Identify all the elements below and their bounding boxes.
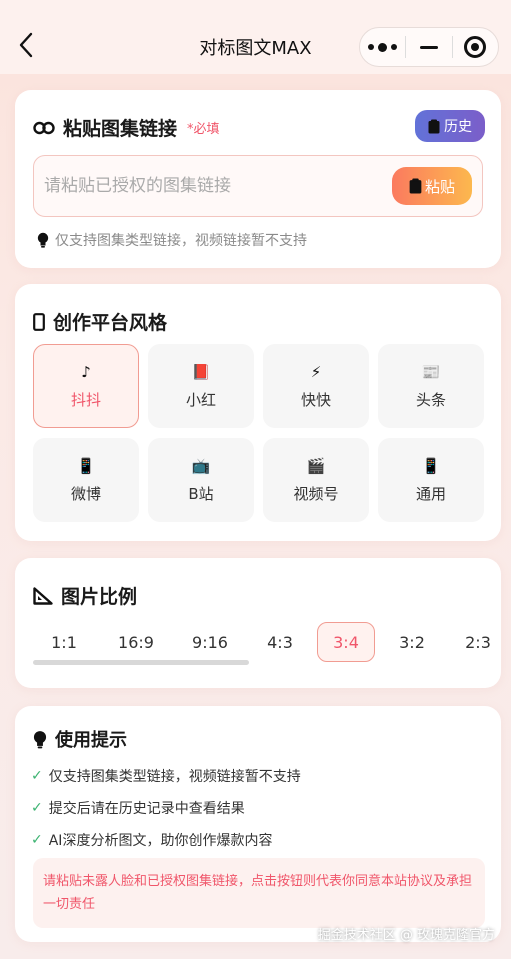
platform-item-toutiao[interactable]: 📰 头条 <box>378 344 484 428</box>
history-button[interactable]: 历史 <box>415 110 485 142</box>
link-input-box: 粘贴 <box>33 155 483 217</box>
phone-icon: 📱 <box>421 456 441 475</box>
tips-card-title: 使用提示 <box>55 730 127 751</box>
book-icon: 📕 <box>191 362 211 381</box>
platform-label: 头条 <box>415 390 446 409</box>
triangle-ruler-icon <box>33 586 53 605</box>
phone-icon: 📱 <box>76 456 96 475</box>
tip-item: ✓ 提交后请在历史记录中查看结果 <box>31 792 301 824</box>
ratio-card-title: 图片比例 <box>61 586 138 608</box>
more-button[interactable] <box>360 28 405 66</box>
ratio-option[interactable]: 3:2 <box>383 622 441 662</box>
platform-label: 通用 <box>415 484 446 503</box>
platform-label: 视频号 <box>293 484 339 503</box>
horizontal-scrollbar[interactable] <box>33 660 249 665</box>
ratio-card: 图片比例 1:1 16:9 9:16 4:3 3:4 3:2 2:3 <box>15 558 501 688</box>
ratio-option[interactable]: 9:16 <box>177 622 243 662</box>
platform-item-weibo[interactable]: 📱 微博 <box>33 438 139 522</box>
minus-icon <box>419 45 438 49</box>
platform-label: 小红 <box>185 390 216 409</box>
warning-box: 请粘贴未露人脸和已授权图集链接，点击按钮则代表你同意本站协议及承担一切责任 <box>33 858 485 928</box>
platform-card-header: 创作平台风格 <box>33 308 167 335</box>
platform-item-general[interactable]: 📱 通用 <box>378 438 484 522</box>
check-icon: ✓ <box>31 832 43 848</box>
link-icon <box>33 121 55 134</box>
paste-button[interactable]: 粘贴 <box>392 167 472 205</box>
tip-text: AI深度分析图文，助你创作爆款内容 <box>48 833 273 849</box>
warning-text: 请粘贴未露人脸和已授权图集链接，点击按钮则代表你同意本站协议及承担一切责任 <box>43 874 473 912</box>
ratio-option-selected[interactable]: 3:4 <box>317 622 375 662</box>
platform-label: 抖抖 <box>70 390 101 409</box>
platform-label: 微博 <box>70 484 101 503</box>
watermark: 掘金技术社区 @ 玫瑰克隆官方 <box>317 928 495 943</box>
tips-card-header: 使用提示 <box>33 726 127 752</box>
clipboard-icon <box>409 178 422 194</box>
link-card: 粘贴图集链接 *必填 历史 粘贴 仅支持图集类型链接，视频链接暂不支持 <box>15 90 501 268</box>
check-icon: ✓ <box>31 800 43 816</box>
top-navbar: 对标图文MAX <box>0 0 511 74</box>
link-card-title: 粘贴图集链接 <box>63 118 178 140</box>
ratio-option[interactable]: 4:3 <box>251 622 309 662</box>
paste-label: 粘贴 <box>424 177 455 196</box>
platform-grid: ♪ 抖抖 📕 小红 ⚡ 快快 📰 头条 📱 微博 📺 B站 🎬 视频号 📱 通用 <box>33 344 485 522</box>
tip-item: ✓ AI深度分析图文，助你创作爆款内容 <box>31 824 301 856</box>
required-mark: *必填 <box>187 122 220 137</box>
ratio-option[interactable]: 2:3 <box>449 622 501 662</box>
more-dots-icon <box>368 42 398 52</box>
platform-item-xiaohong[interactable]: 📕 小红 <box>148 344 254 428</box>
close-program-button[interactable] <box>453 28 498 66</box>
platform-label: 快快 <box>300 390 331 409</box>
platform-item-kuaikuai[interactable]: ⚡ 快快 <box>263 344 369 428</box>
tv-icon: 📺 <box>191 456 211 475</box>
ratio-option[interactable]: 16:9 <box>103 622 169 662</box>
platform-card-title: 创作平台风格 <box>53 312 168 334</box>
tip-text: 仅支持图集类型链接，视频链接暂不支持 <box>48 769 301 785</box>
newspaper-icon: 📰 <box>421 362 441 381</box>
platform-item-douyin[interactable]: ♪ 抖抖 <box>33 344 139 428</box>
tip-text: 提交后请在历史记录中查看结果 <box>48 801 245 817</box>
mini-program-capsule <box>359 27 499 67</box>
ratio-track: 1:1 16:9 9:16 4:3 3:4 3:2 2:3 <box>33 622 501 662</box>
tips-list: ✓ 仅支持图集类型链接，视频链接暂不支持 ✓ 提交后请在历史记录中查看结果 ✓ … <box>31 760 301 856</box>
phone-icon <box>33 312 45 331</box>
minimize-button[interactable] <box>406 28 451 66</box>
platform-card: 创作平台风格 ♪ 抖抖 📕 小红 ⚡ 快快 📰 头条 📱 微博 📺 B站 🎬 视 <box>15 284 501 541</box>
link-card-header: 粘贴图集链接 *必填 <box>33 114 220 141</box>
lightning-icon: ⚡ <box>310 362 322 381</box>
check-icon: ✓ <box>31 768 43 784</box>
tip-item: ✓ 仅支持图集类型链接，视频链接暂不支持 <box>31 760 301 792</box>
platform-label: B站 <box>188 484 214 503</box>
tips-card: 使用提示 ✓ 仅支持图集类型链接，视频链接暂不支持 ✓ 提交后请在历史记录中查看… <box>15 706 501 942</box>
platform-item-bilibili[interactable]: 📺 B站 <box>148 438 254 522</box>
clapperboard-icon: 🎬 <box>306 456 326 475</box>
ratio-option[interactable]: 1:1 <box>33 622 95 662</box>
platform-item-shipinhao[interactable]: 🎬 视频号 <box>263 438 369 522</box>
ratio-card-header: 图片比例 <box>33 582 137 609</box>
link-input[interactable] <box>44 171 364 201</box>
music-note-icon: ♪ <box>81 362 91 381</box>
clipboard-icon <box>428 119 440 133</box>
history-label: 历史 <box>444 119 472 135</box>
lightbulb-icon <box>33 730 47 748</box>
lightbulb-icon <box>37 232 49 248</box>
target-icon <box>464 36 487 58</box>
link-hint-text: 仅支持图集类型链接，视频链接暂不支持 <box>55 233 307 249</box>
link-hint: 仅支持图集类型链接，视频链接暂不支持 <box>37 230 307 250</box>
